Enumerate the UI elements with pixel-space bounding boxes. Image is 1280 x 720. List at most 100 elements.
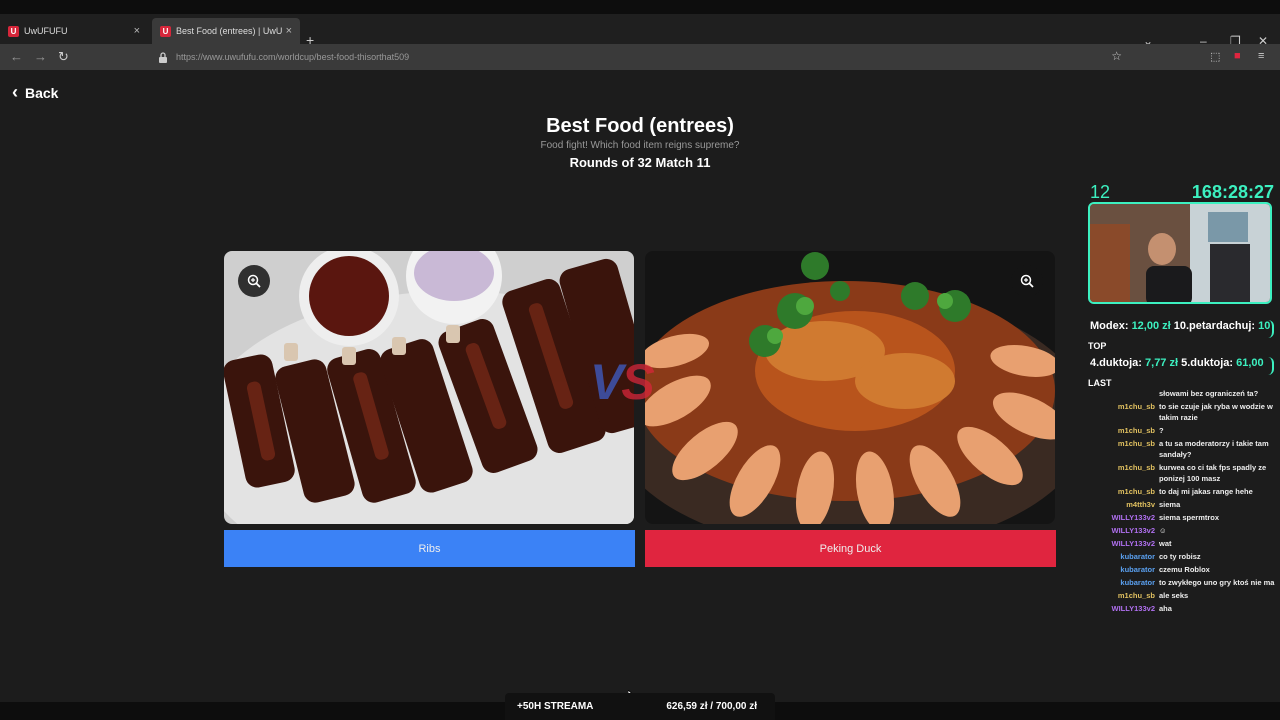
lock-icon (159, 51, 167, 63)
chat-username[interactable]: kubarator (1088, 564, 1159, 575)
chat-text: kurwea co ci tak fps spadly ze ponizej 1… (1159, 463, 1267, 483)
last-donor-next-amount: 61,00 (1236, 357, 1264, 369)
top-donor-name: Modex: (1090, 320, 1129, 332)
tab-label: Best Food (entrees) | UwUFUFU (176, 26, 282, 36)
chat-message: m1chu_sb to daj mi jakas range hehe (1088, 486, 1280, 497)
chat-text: słowami bez ograniczeń ta? (1159, 389, 1259, 398)
uwufufu-favicon-icon: U (8, 25, 19, 37)
top-tag: TOP (1088, 341, 1107, 351)
chat-message: m1chu_sb ale seks (1088, 590, 1280, 601)
tab-uwufufu[interactable]: U UwUFUFU × (0, 18, 148, 44)
webcam-feed (1088, 202, 1272, 304)
chat-message: WILLY133v2 wat (1088, 538, 1280, 549)
address-bar[interactable]: https://www.uwufufu.com/worldcup/best-fo… (154, 47, 1130, 67)
top-donor-next: 10.petardachuj: (1173, 320, 1256, 332)
peking-duck-photo (645, 251, 1055, 524)
menu-icon[interactable]: ≡ (1258, 50, 1264, 62)
vs-badge: VS (590, 353, 655, 411)
chat-text: wat (1159, 539, 1172, 548)
page-subtitle: Food fight! Which food item reigns supre… (540, 140, 740, 151)
chat-username[interactable]: kubarator (1088, 551, 1159, 562)
last-donation: 4.duktoja: 7,77 zł 5.duktoja: 61,00 (1088, 357, 1274, 375)
chat-text: a tu sa moderatorzy i takie tam sandały? (1159, 439, 1269, 459)
vs-v: V (590, 354, 623, 410)
chat-text: ☺ (1159, 526, 1167, 535)
close-icon[interactable]: × (134, 25, 140, 37)
chat-text: to daj mi jakas range hehe (1159, 487, 1253, 496)
overlay-counter: 12 (1090, 182, 1111, 202)
zoom-in-icon[interactable] (1011, 265, 1043, 297)
chat-message: kubarator co ty robisz (1088, 551, 1280, 562)
round-info: Rounds of 32 Match 11 (569, 155, 711, 170)
chat-text: co ty robisz (1159, 552, 1201, 561)
top-donor-next-amount: 10 (1258, 320, 1271, 332)
extensions-icon[interactable]: ⬚ (1210, 50, 1220, 63)
top-donation: Modex: 12,00 zł 10.petardachuj: 10 (1088, 320, 1274, 338)
last-donor-amount: 7,77 zł (1145, 357, 1179, 369)
stream-goal-label: +50H STREAMA (517, 701, 594, 712)
chat-username[interactable]: m4tth3v (1088, 499, 1159, 510)
uwufufu-favicon-icon: U (160, 25, 171, 37)
forward-arrow-icon[interactable]: → (34, 49, 47, 64)
url-text: https://www.uwufufu.com/worldcup/best-fo… (176, 52, 410, 62)
chat-message: słowami bez ograniczeń ta? (1088, 388, 1280, 399)
peking-duck-image[interactable] (645, 251, 1055, 524)
chat-username[interactable]: m1chu_sb (1088, 486, 1159, 497)
last-donor-name: 4.duktoja: (1090, 357, 1142, 369)
back-button[interactable]: ‹ Back (12, 82, 58, 103)
chat-username[interactable] (1088, 388, 1159, 399)
back-label: Back (25, 84, 59, 101)
last-donor-next: 5.duktoja: (1181, 357, 1234, 369)
chat-username[interactable]: m1chu_sb (1088, 462, 1159, 484)
choose-peking-duck-button[interactable]: Peking Duck (645, 530, 1056, 567)
chat-message: kubarator to zwykłego uno gry ktoś nie ma (1088, 577, 1280, 588)
extension-red-icon[interactable]: ■ (1234, 50, 1241, 62)
chat-message: m1chu_sb kurwea co ci tak fps spadly ze p… (1088, 462, 1280, 484)
choose-ribs-button[interactable]: Ribs (224, 530, 635, 567)
page-title: Best Food (entrees) (546, 115, 734, 137)
tab-bar: U UwUFUFU × U Best Food (entrees) | UwUF… (0, 14, 1280, 48)
chat-text: ale seks (1159, 591, 1189, 600)
stream-goal-bar: +50H STREAMA 626,59 zł / 700,00 zł (505, 693, 775, 720)
chat-message: WILLY133v2 aha (1088, 603, 1280, 614)
navigation-bar: ← → ↻ https://www.uwufufu.com/worldcup/b… (0, 44, 1280, 70)
overlay-timer: 168:28:27 (1191, 182, 1274, 202)
close-icon[interactable]: × (286, 25, 292, 37)
chat-feed: słowami bez ograniczeń ta? m1chu_sb to sie… (1088, 388, 1280, 616)
chat-message: m1chu_sb to sie czuje jak ryba w wodzie w… (1088, 401, 1280, 423)
chat-username[interactable]: WILLY133v2 (1088, 525, 1159, 536)
vs-s: S (621, 354, 654, 410)
chat-username[interactable]: WILLY133v2 (1088, 512, 1159, 523)
chat-text: to zwykłego uno gry ktoś nie ma (1159, 578, 1275, 587)
chat-text: aha (1159, 604, 1172, 613)
chat-username[interactable]: m1chu_sb (1088, 425, 1159, 436)
chat-message: kubarator czemu Roblox (1088, 564, 1280, 575)
chat-username[interactable]: m1chu_sb (1088, 401, 1159, 423)
last-tag: LAST (1088, 378, 1112, 388)
reload-icon[interactable]: ↻ (58, 49, 69, 65)
chat-message: m1chu_sb? (1088, 425, 1280, 436)
chat-username[interactable]: WILLY133v2 (1088, 603, 1159, 614)
back-arrow-icon[interactable]: ← (10, 49, 23, 64)
chat-text: siema spermtrox (1159, 513, 1220, 522)
chat-text: to sie czuje jak ryba w wodzie w takim r… (1159, 402, 1273, 422)
chat-message: WILLY133v2 ☺ (1088, 525, 1280, 536)
chevron-left-icon: ‹ (12, 82, 18, 102)
tab-label: UwUFUFU (24, 26, 68, 36)
bookmark-star-icon[interactable]: ☆ (1111, 49, 1122, 63)
chat-message: WILLY133v2 siema spermtrox (1088, 512, 1280, 523)
top-strip (0, 0, 1280, 14)
tab-best-food[interactable]: U Best Food (entrees) | UwUFUFU × (152, 18, 300, 44)
ribs-image[interactable] (224, 251, 634, 524)
chat-message: m1chu_sb a tu sa moderatorzy i takie tam … (1088, 438, 1280, 460)
chat-username[interactable]: m1chu_sb (1088, 438, 1159, 460)
chat-message: m4tth3v siema (1088, 499, 1280, 510)
chat-text: czemu Roblox (1159, 565, 1210, 574)
chat-username[interactable]: WILLY133v2 (1088, 538, 1159, 549)
zoom-in-icon[interactable] (238, 265, 270, 297)
ribs-photo (224, 251, 634, 524)
chat-text: ? (1159, 426, 1164, 435)
chat-username[interactable]: kubarator (1088, 577, 1159, 588)
chat-username[interactable]: m1chu_sb (1088, 590, 1159, 601)
chat-text: siema (1159, 500, 1181, 509)
